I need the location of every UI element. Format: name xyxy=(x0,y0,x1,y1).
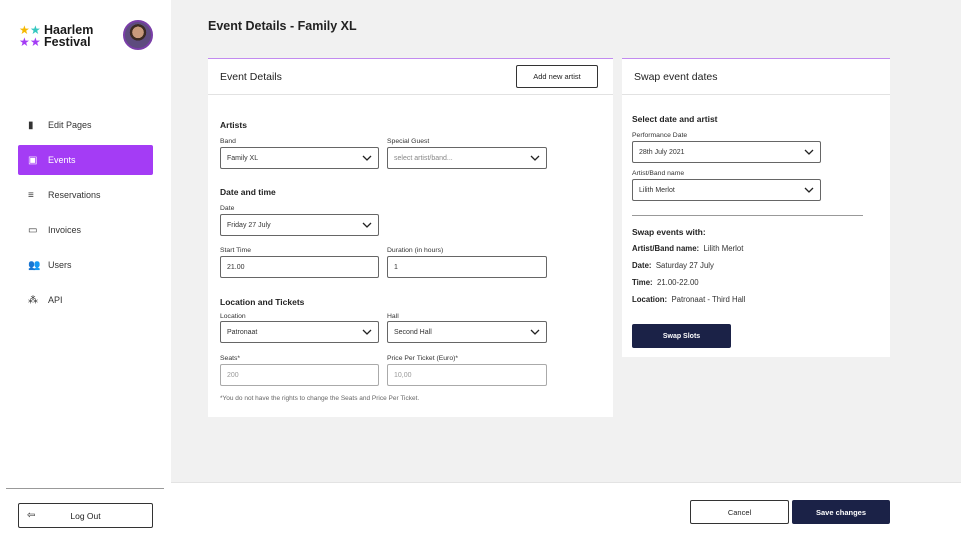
swap-time-value: 21.00-22.00 xyxy=(657,278,699,287)
sidebar-item-label: Events xyxy=(48,155,76,165)
swap-artist-key: Artist/Band name: xyxy=(632,244,700,253)
add-new-artist-button[interactable]: Add new artist xyxy=(516,65,598,88)
date-value: Friday 27 July xyxy=(227,221,271,229)
book-icon: ▮ xyxy=(28,119,34,131)
chevron-down-icon xyxy=(530,329,540,335)
band-value: Family XL xyxy=(227,154,259,162)
cancel-button[interactable]: Cancel xyxy=(690,500,789,524)
sidebar: ★ ★ ★ ★ Haarlem Festival ▮ Edit Pages ▣ Ev… xyxy=(0,0,171,540)
special-guest-select[interactable]: select artist/band... xyxy=(387,147,547,169)
performance-date-select[interactable]: 28th July 2021 xyxy=(632,141,821,163)
artists-heading: Artists xyxy=(220,120,247,130)
swap-slots-button[interactable]: Swap Slots xyxy=(632,324,731,348)
sidebar-item-label: API xyxy=(48,295,63,305)
duration-label: Duration (in hours) xyxy=(387,247,444,254)
performance-date-label: Performance Date xyxy=(632,132,688,139)
select-date-artist-heading: Select date and artist xyxy=(632,114,718,124)
swap-date-value: Saturday 27 July xyxy=(655,261,714,270)
swap-time-row: Time: 21.00-22.00 xyxy=(632,278,699,287)
special-guest-placeholder: select artist/band... xyxy=(394,154,453,162)
credit-card-icon: ▭ xyxy=(28,224,38,236)
sidebar-item-label: Edit Pages xyxy=(48,120,92,130)
swap-with-heading: Swap events with: xyxy=(632,227,706,237)
hall-value: Second Hall xyxy=(394,328,432,336)
sidebar-item-users[interactable]: 👥 Users xyxy=(18,250,153,280)
chevron-down-icon xyxy=(362,222,372,228)
sidebar-item-label: Invoices xyxy=(48,225,82,235)
start-time-input[interactable]: 21.00 xyxy=(220,256,379,278)
logout-label: Log Out xyxy=(70,510,101,521)
sidebar-item-invoices[interactable]: ▭ Invoices xyxy=(18,215,153,245)
sidebar-item-events[interactable]: ▣ Events xyxy=(18,145,153,175)
save-changes-button[interactable]: Save changes xyxy=(792,500,890,524)
swap-location-key: Location: xyxy=(632,295,668,304)
artist-band-value: Lilith Merlot xyxy=(639,186,675,194)
date-time-heading: Date and time xyxy=(220,187,276,197)
page-title: Event Details - Family XL xyxy=(208,19,357,33)
band-select[interactable]: Family XL xyxy=(220,147,379,169)
rights-note: *You do not have the rights to change th… xyxy=(220,395,420,402)
list-icon: ≡ xyxy=(28,189,34,201)
chevron-down-icon xyxy=(362,155,372,161)
hall-select[interactable]: Second Hall xyxy=(387,321,547,343)
performance-date-value: 28th July 2021 xyxy=(639,148,685,156)
chevron-down-icon xyxy=(530,155,540,161)
logo-line-2: Festival xyxy=(44,35,91,49)
sidebar-item-label: Users xyxy=(48,260,72,270)
swap-date-key: Date: xyxy=(632,261,652,270)
swap-event-dates-card: Swap event dates Select date and artist … xyxy=(622,58,890,357)
card-title: Event Details xyxy=(220,70,282,83)
price-label: Price Per Ticket (Euro)* xyxy=(387,355,459,362)
logout-button[interactable]: ⇦ Log Out xyxy=(18,503,153,528)
stars-icon: ★ ★ ★ ★ xyxy=(19,23,41,49)
sidebar-divider xyxy=(6,488,164,489)
sidebar-item-reservations[interactable]: ≡ Reservations xyxy=(18,180,153,210)
haarlem-festival-logo[interactable]: ★ ★ ★ ★ Haarlem Festival xyxy=(19,23,93,49)
calendar-icon: ▣ xyxy=(28,154,38,166)
sidebar-item-edit-pages[interactable]: ▮ Edit Pages xyxy=(18,110,153,140)
location-select[interactable]: Patronaat xyxy=(220,321,379,343)
seats-input: 200 xyxy=(220,364,379,386)
price-input: 10,00 xyxy=(387,364,547,386)
sidebar-item-api[interactable]: ⁂ API xyxy=(18,285,153,315)
logout-icon: ⇦ xyxy=(27,510,36,521)
hall-label: Hall xyxy=(387,313,399,320)
swap-location-row: Location: Patronaat - Third Hall xyxy=(632,295,745,304)
api-icon: ⁂ xyxy=(28,294,38,306)
date-select[interactable]: Friday 27 July xyxy=(220,214,379,236)
start-time-label: Start Time xyxy=(220,247,251,254)
avatar[interactable] xyxy=(123,20,153,50)
footer-bar: Cancel Save changes xyxy=(171,482,961,540)
band-label: Band xyxy=(220,138,236,145)
swap-location-value: Patronaat - Third Hall xyxy=(671,295,746,304)
seats-label: Seats* xyxy=(220,355,241,362)
chevron-down-icon xyxy=(804,149,814,155)
location-label: Location xyxy=(220,313,246,320)
divider xyxy=(632,215,863,216)
duration-input[interactable]: 1 xyxy=(387,256,547,278)
sidebar-item-label: Reservations xyxy=(48,190,101,200)
special-guest-label: Special Guest xyxy=(387,138,430,145)
chevron-down-icon xyxy=(804,187,814,193)
date-label: Date xyxy=(220,205,235,212)
artist-band-label: Artist/Band name xyxy=(632,170,685,177)
chevron-down-icon xyxy=(362,329,372,335)
swap-date-row: Date: Saturday 27 July xyxy=(632,261,714,270)
artist-band-select[interactable]: Lilith Merlot xyxy=(632,179,821,201)
swap-artist-row: Artist/Band name: Lilith Merlot xyxy=(632,244,743,253)
card-title: Swap event dates xyxy=(634,70,718,83)
event-details-card: Event Details Add new artist Artists Ban… xyxy=(208,58,613,417)
users-icon: 👥 xyxy=(28,259,41,271)
swap-artist-value: Lilith Merlot xyxy=(703,244,744,253)
sidebar-nav: ▮ Edit Pages ▣ Events ≡ Reservations ▭ I… xyxy=(18,110,153,320)
location-tickets-heading: Location and Tickets xyxy=(220,297,305,307)
location-value: Patronaat xyxy=(227,328,258,336)
swap-time-key: Time: xyxy=(632,278,653,287)
